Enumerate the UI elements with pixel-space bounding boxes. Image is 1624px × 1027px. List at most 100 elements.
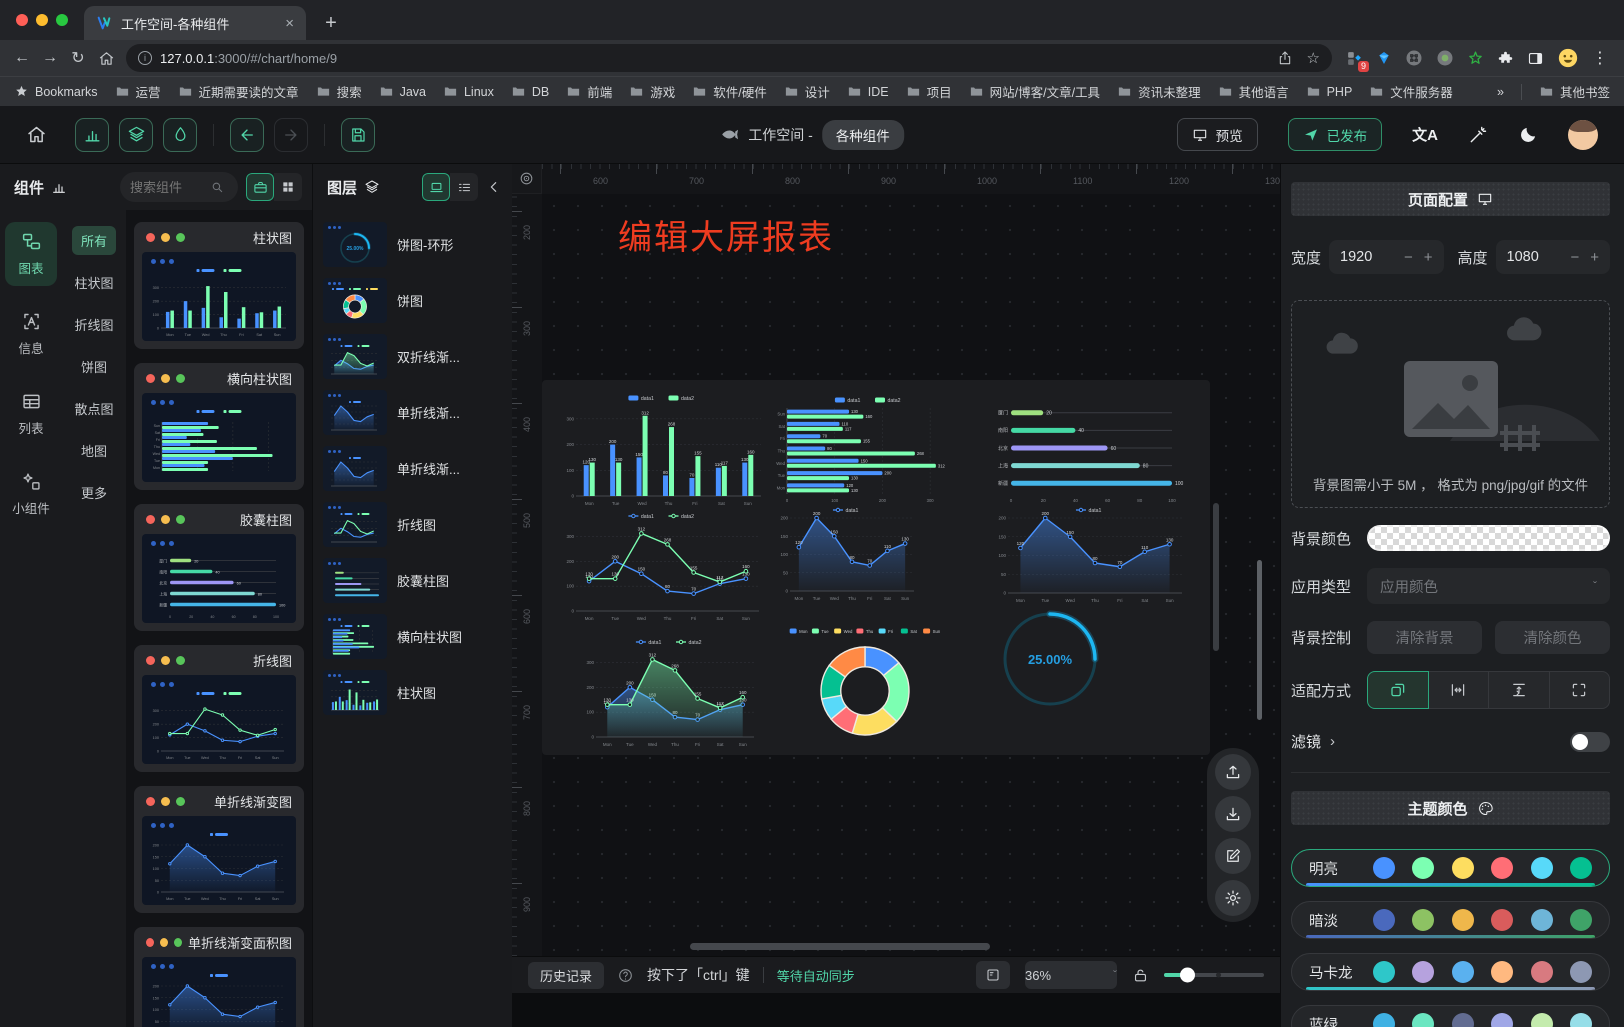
bookmarks-overflow-chevron[interactable]: »	[1497, 85, 1504, 99]
nav-item-widgets[interactable]: 小组件	[5, 462, 57, 526]
category-more[interactable]: 更多	[72, 478, 116, 507]
publish-button[interactable]: 已发布	[1288, 118, 1383, 151]
zoom-window-button[interactable]	[56, 14, 68, 26]
collapse-panel-chevron[interactable]	[486, 179, 502, 195]
line-chart-component[interactable]: data1data2010020030012020015080701101301…	[560, 510, 765, 622]
chevron-right-icon[interactable]: ›	[1330, 733, 1335, 750]
home-icon[interactable]	[26, 124, 47, 145]
theme-color-dot[interactable]	[1570, 1013, 1592, 1027]
bookmark-folder[interactable]: 其他语言	[1218, 82, 1289, 101]
bookmark-folder[interactable]: 设计	[784, 82, 830, 101]
filter-toggle[interactable]	[1570, 732, 1610, 752]
other-bookmarks[interactable]: 其他书签	[1539, 82, 1610, 101]
extension-star-icon[interactable]	[1467, 50, 1484, 67]
theme-color-dot[interactable]	[1373, 1013, 1395, 1027]
tab-close-icon[interactable]: ×	[285, 15, 294, 32]
theme-color-dot[interactable]	[1491, 1013, 1513, 1027]
theme-color-dot[interactable]	[1570, 909, 1592, 931]
increase-height-button[interactable]: +	[1590, 249, 1599, 266]
settings-button[interactable]	[1215, 880, 1251, 916]
theme-color-dot[interactable]	[1570, 961, 1592, 983]
fit-auto-button[interactable]	[1367, 671, 1429, 709]
extension-command-icon[interactable]	[1405, 49, 1423, 67]
zoom-slider-handle[interactable]	[1180, 968, 1195, 983]
theme-color-dot[interactable]	[1531, 1013, 1553, 1027]
dual-line-gradient-component[interactable]: data1data2010020030012020015080701101301…	[580, 636, 760, 748]
component-search[interactable]	[120, 172, 238, 202]
ring-progress-component[interactable]: 25.00%	[990, 606, 1110, 712]
theme-row-bluegreen[interactable]: 蓝绿	[1291, 1005, 1610, 1027]
browser-home-button[interactable]	[92, 44, 120, 72]
bookmark-folder[interactable]: 搜索	[316, 82, 362, 101]
theme-color-dot[interactable]	[1452, 857, 1474, 879]
extension-record-icon[interactable]	[1436, 49, 1454, 67]
theme-color-dot[interactable]	[1452, 961, 1474, 983]
theme-color-dot[interactable]	[1412, 857, 1434, 879]
layer-item[interactable]: 折线图	[323, 502, 502, 547]
bookmark-folder[interactable]: Linux	[443, 84, 494, 99]
component-card[interactable]: 胶囊柱图 厦门20南阳40北京60上海80新疆100020406080100	[134, 504, 304, 631]
close-window-button[interactable]	[16, 14, 28, 26]
bookmark-star-icon[interactable]: ☆	[1307, 49, 1320, 67]
clear-background-button[interactable]: 清除背景	[1367, 621, 1482, 654]
decrease-width-button[interactable]: −	[1404, 249, 1413, 266]
bookmark-folder[interactable]: 游戏	[629, 82, 675, 101]
extension-gem-icon[interactable]	[1376, 50, 1392, 66]
background-upload-dropzone[interactable]: 背景图需小于 5M ， 格式为 png/jpg/gif 的文件	[1291, 300, 1610, 508]
layer-item[interactable]: 25.00%饼图-环形	[323, 222, 502, 267]
browser-reload-button[interactable]: ↻	[64, 44, 92, 72]
theme-color-dot[interactable]	[1373, 909, 1395, 931]
theme-color-dot[interactable]	[1531, 909, 1553, 931]
theme-color-dot[interactable]	[1373, 961, 1395, 983]
redo-button[interactable]	[274, 118, 308, 152]
sidebar-toggle-icon[interactable]	[1527, 50, 1544, 67]
bookmark-folder[interactable]: Java	[379, 84, 426, 99]
component-card[interactable]: 单折线渐变面积图 050100150200MonTueWedThuFriSatS…	[134, 927, 304, 1027]
layer-item[interactable]: 胶囊柱图	[323, 558, 502, 603]
category-pie[interactable]: 饼图	[72, 352, 116, 381]
browser-back-button[interactable]: ←	[8, 44, 36, 72]
note-panel-button[interactable]	[976, 961, 1010, 989]
import-button[interactable]	[1215, 796, 1251, 832]
component-card[interactable]: 折线图 0100200300MonTueWedThuFriSatSun	[134, 645, 304, 772]
theme-color-dot[interactable]	[1412, 961, 1434, 983]
category-line[interactable]: 折线图	[65, 310, 122, 339]
theme-row-macaron[interactable]: 马卡龙	[1291, 953, 1610, 991]
layers-thumbnail-view-toggle[interactable]	[422, 173, 450, 201]
single-line-gradient-area-component[interactable]: data10501001502001202001508070110130MonT…	[992, 504, 1188, 604]
export-button[interactable]	[1215, 754, 1251, 790]
bar-chart-component[interactable]: data1data20100200300120130Mon200130Tue15…	[560, 392, 765, 507]
theme-color-header[interactable]: 主题颜色	[1291, 791, 1610, 825]
layer-item[interactable]: 横向柱状图	[323, 614, 502, 659]
panel-scrollbar[interactable]	[1257, 560, 1262, 720]
bookmark-folder[interactable]: 文件服务器	[1369, 82, 1453, 101]
layer-item[interactable]: 柱状图	[323, 670, 502, 715]
theme-color-dot[interactable]	[1412, 1013, 1434, 1027]
theme-row-dim[interactable]: 暗淡	[1291, 901, 1610, 939]
preview-button[interactable]: 预览	[1177, 118, 1258, 151]
fit-stretch-button[interactable]	[1549, 671, 1611, 709]
app-type-select[interactable]: 应用颜色ˇ	[1367, 568, 1610, 604]
category-scatter[interactable]: 散点图	[65, 394, 122, 423]
address-bar[interactable]: i 127.0.0.1:3000/#/chart/home/9 ☆	[126, 44, 1332, 72]
category-map[interactable]: 地图	[72, 436, 116, 465]
browser-tab[interactable]: 工作空间-各种组件 ×	[84, 6, 306, 40]
horizontal-scrollbar[interactable]	[690, 943, 990, 950]
ruler-eye-icon[interactable]	[512, 164, 542, 194]
extension-tabs-icon[interactable]: 9	[1346, 50, 1363, 67]
grid-view-toggle[interactable]	[274, 173, 302, 201]
theme-color-dot[interactable]	[1491, 857, 1513, 879]
dark-mode-moon-icon[interactable]	[1518, 125, 1538, 145]
height-stepper[interactable]: 1080−+	[1496, 240, 1610, 274]
theme-color-dot[interactable]	[1491, 961, 1513, 983]
site-info-icon[interactable]: i	[138, 51, 152, 65]
theme-color-dot[interactable]	[1373, 857, 1395, 879]
theme-color-dot[interactable]	[1412, 909, 1434, 931]
history-button[interactable]: 历史记录	[528, 962, 604, 989]
increase-width-button[interactable]: +	[1424, 249, 1433, 266]
theme-color-dot[interactable]	[1491, 909, 1513, 931]
bookmark-folder[interactable]: DB	[511, 84, 549, 99]
theme-color-dot[interactable]	[1531, 857, 1553, 879]
clear-color-button[interactable]: 清除颜色	[1495, 621, 1610, 654]
search-input[interactable]	[130, 180, 206, 195]
